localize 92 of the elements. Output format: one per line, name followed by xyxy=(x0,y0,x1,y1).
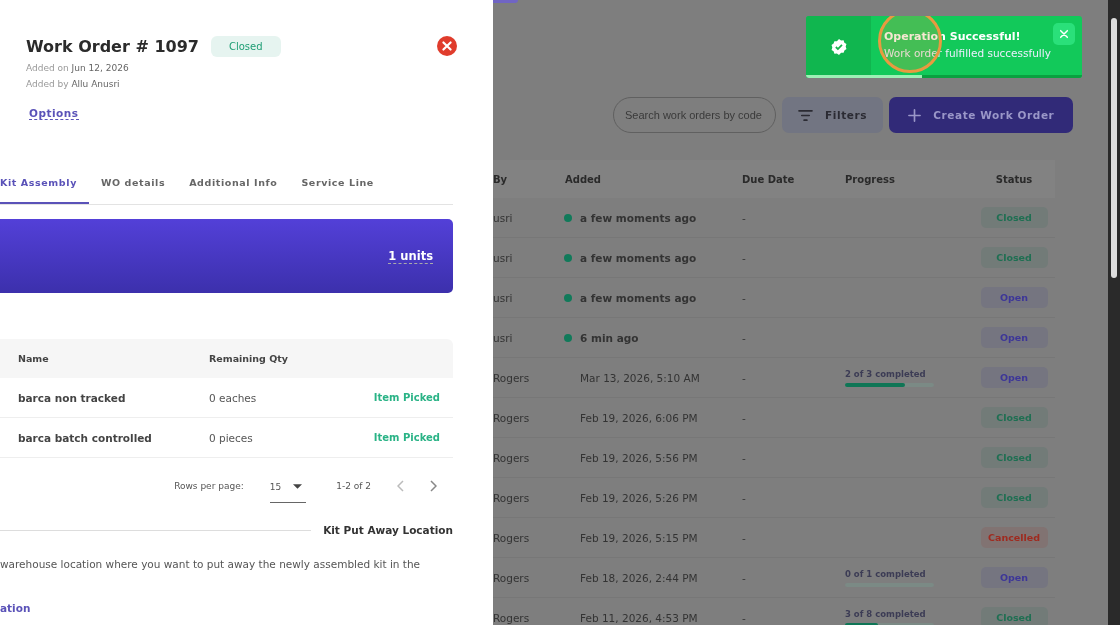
status-label: Closed xyxy=(980,447,1048,468)
status-label: Open xyxy=(980,367,1048,388)
scrollbar[interactable] xyxy=(1108,0,1120,625)
table-cell-text: Feb 19, 2026, 5:15 PM xyxy=(579,531,698,544)
table-cell-text: Rogers xyxy=(493,371,531,384)
column-header: Status xyxy=(994,173,1034,185)
status-label: Open xyxy=(980,287,1048,308)
progress-text: 3 of 8 completed xyxy=(845,608,927,619)
next-page-button[interactable] xyxy=(430,480,437,492)
table-cell-text: Rogers xyxy=(493,611,531,624)
close-icon xyxy=(1059,29,1069,39)
table-cell-text: usri xyxy=(493,291,514,304)
table-cell-text: Feb 18, 2026, 2:44 PM xyxy=(579,571,698,584)
table-cell-text: - xyxy=(742,531,747,544)
table-cell-text: Rogers xyxy=(493,411,531,424)
remaining-qty: 0 eaches xyxy=(209,391,258,404)
table-cell-text: a few moments ago xyxy=(579,211,697,224)
column-header: Name xyxy=(17,353,50,364)
close-button[interactable] xyxy=(1053,23,1075,45)
status-label: Closed xyxy=(980,607,1048,625)
table-cell-text: Rogers xyxy=(493,571,531,584)
table-cell-text: Feb 19, 2026, 5:56 PM xyxy=(579,451,698,464)
status-label: Closed xyxy=(210,36,281,57)
page-range: 1-2 of 2 xyxy=(336,481,371,491)
column-header: By xyxy=(493,173,509,185)
scrollbar-thumb[interactable] xyxy=(1111,18,1117,278)
status-label: Closed xyxy=(980,247,1048,268)
section-title: Kit Put Away Location xyxy=(323,524,453,536)
table-cell-text: usri xyxy=(493,211,514,224)
column-header: Progress xyxy=(845,173,896,185)
chevron-right-icon xyxy=(430,480,437,492)
table-cell-text: Feb 19, 2026, 5:26 PM xyxy=(579,491,698,504)
column-header: Due Date xyxy=(742,173,796,185)
table-cell-text: Mar 13, 2026, 5:10 AM xyxy=(579,371,700,384)
table-cell-text: a few moments ago xyxy=(579,251,697,264)
table-cell-text: Rogers xyxy=(493,531,531,544)
previous-page-button[interactable] xyxy=(397,480,404,492)
table-cell-text: - xyxy=(742,211,747,224)
status-label: Closed xyxy=(980,407,1048,428)
status-label: Open xyxy=(980,327,1048,348)
tab[interactable]: WO details xyxy=(88,177,178,204)
column-header: Remaining Qty xyxy=(209,353,290,364)
tab[interactable]: Additional Info xyxy=(177,177,290,204)
table-cell-text: a few moments ago xyxy=(579,291,697,304)
table-cell-text: Feb 11, 2026, 4:53 PM xyxy=(579,611,698,624)
status-label: Closed xyxy=(980,207,1048,228)
table-cell-text: Feb 19, 2026, 6:06 PM xyxy=(579,411,698,424)
table-cell-text: Rogers xyxy=(493,451,531,464)
table-cell-text: - xyxy=(742,331,747,344)
table-cell-text: - xyxy=(742,411,747,424)
search-field[interactable]: Search work orders by code xyxy=(613,97,776,133)
create-work-order-button[interactable]: Create Work Order xyxy=(889,97,1074,133)
table-cell-text: - xyxy=(742,371,747,384)
item-name: barca non tracked xyxy=(17,391,127,404)
options-link[interactable]: Options xyxy=(29,107,79,120)
caret-icon xyxy=(293,484,303,489)
item-name: barca batch controlled xyxy=(17,431,153,444)
chevron-left-icon xyxy=(397,480,404,492)
table-cell-text: - xyxy=(742,251,747,264)
tab[interactable]: Service Line xyxy=(289,177,386,204)
item-state: Item Picked xyxy=(372,392,441,403)
table-cell-text: Rogers xyxy=(493,491,531,504)
progress-text: 2 of 3 completed xyxy=(845,368,927,379)
status-label: Open xyxy=(980,567,1048,588)
table-cell-text: - xyxy=(742,491,747,504)
item-state: Item Picked xyxy=(372,432,441,443)
filters-button[interactable]: Filters xyxy=(782,97,884,133)
table-cell-text: 6 min ago xyxy=(579,331,639,344)
status-label: Cancelled xyxy=(980,527,1048,548)
added-on-text: Added on Jun 12, 2026 xyxy=(26,63,130,73)
status-label: Closed xyxy=(980,487,1048,508)
work-order-title: Work Order # 1097 xyxy=(26,37,199,56)
rows-per-page-label: Rows per page: xyxy=(174,481,244,491)
table-cell-text: - xyxy=(742,291,747,304)
added-by-text: Added by Allu Anusri xyxy=(26,79,121,89)
column-header: Added xyxy=(564,173,602,185)
remaining-qty: 0 pieces xyxy=(209,431,254,444)
table-cell-text: - xyxy=(742,611,747,624)
rows-per-page-select[interactable]: 15 xyxy=(269,469,307,503)
table-cell-text: - xyxy=(742,571,747,584)
table-cell-text: usri xyxy=(493,251,514,264)
tab[interactable]: Kit Assembly xyxy=(0,177,89,204)
progress-text: 0 of 1 completed xyxy=(845,568,927,579)
units-text: 1 units xyxy=(388,248,433,264)
description-text: warehouse location where you want to put away the newly assembled kit in the xyxy=(0,558,422,570)
plus-icon xyxy=(908,108,922,122)
table-cell-text: - xyxy=(742,451,747,464)
filter-icon xyxy=(798,108,813,122)
table-cell-text: usri xyxy=(493,331,514,344)
close-button[interactable] xyxy=(437,36,457,56)
verified-check-icon xyxy=(829,38,848,56)
link[interactable]: ation xyxy=(0,602,493,614)
